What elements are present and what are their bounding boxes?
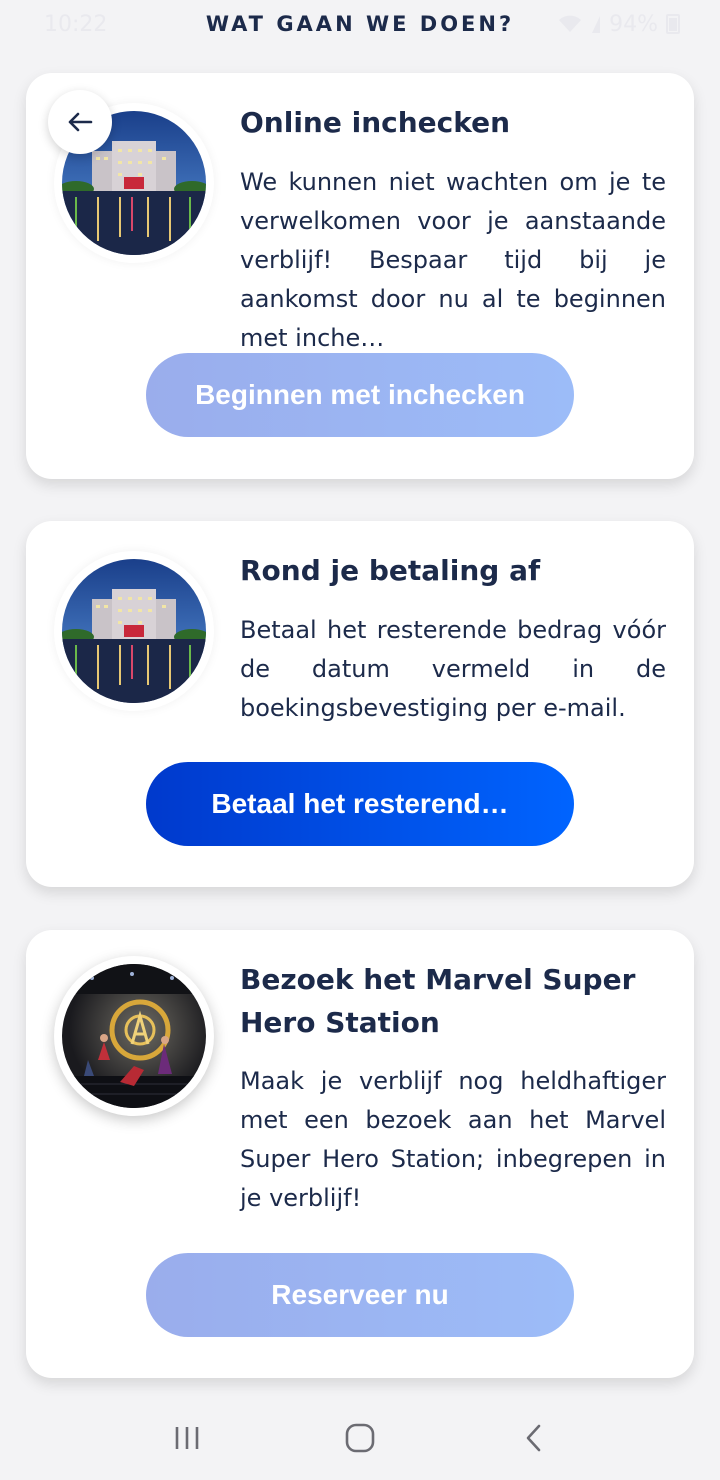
marvel-station-image — [62, 964, 206, 1108]
page-title: WAT GAAN WE DOEN? — [205, 12, 515, 36]
recent-apps-button[interactable] — [157, 1408, 217, 1468]
payment-card: Rond je betaling af Betaal het resterend… — [26, 521, 694, 887]
card-description: We kunnen niet wachten om je te verwelko… — [240, 168, 666, 352]
card-description: Betaal het resterende bedrag vóór de dat… — [240, 616, 666, 722]
recent-apps-icon — [175, 1427, 198, 1449]
pay-remaining-button[interactable]: Betaal het resterend… — [146, 762, 574, 846]
hotel-at-night-image — [62, 559, 206, 703]
arrow-left-icon — [68, 112, 93, 132]
hotel-thumbnail — [54, 551, 214, 711]
start-checkin-button[interactable]: Beginnen met inchecken — [146, 353, 574, 437]
home-icon — [345, 1423, 375, 1453]
home-button[interactable] — [330, 1408, 390, 1468]
system-back-button[interactable] — [503, 1408, 563, 1468]
marvel-thumbnail — [54, 956, 214, 1116]
card-title: Rond je betaling af — [240, 554, 541, 587]
back-button[interactable] — [48, 90, 112, 154]
marvel-card: Bezoek het Marvel Super Hero Station Maa… — [26, 930, 694, 1378]
card-description: Maak je verblijf nog heldhaftiger met ee… — [240, 1067, 666, 1212]
back-icon — [527, 1424, 541, 1452]
reserve-now-button[interactable]: Reserveer nu — [146, 1253, 574, 1337]
system-nav-bar — [0, 1396, 720, 1480]
card-title: Bezoek het Marvel Super Hero Station — [240, 963, 636, 1039]
checkin-card: Online inchecken We kunnen niet wachten … — [26, 73, 694, 479]
card-title: Online inchecken — [240, 106, 511, 139]
